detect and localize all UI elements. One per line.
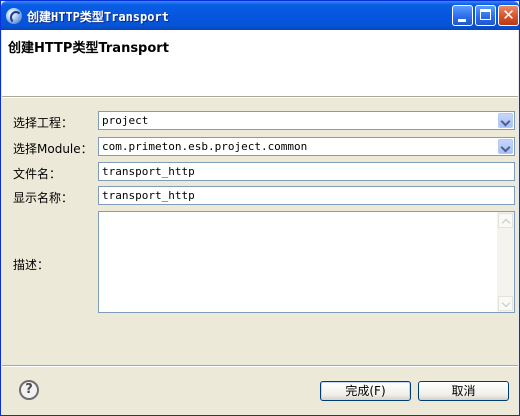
wizard-header: 创建HTTP类型Transport xyxy=(2,30,518,96)
module-select-value: com.primeton.esb.project.common xyxy=(102,140,308,153)
minimize-button[interactable] xyxy=(452,5,473,26)
filename-input-value: transport_http xyxy=(102,165,195,178)
module-select[interactable]: com.primeton.esb.project.common xyxy=(98,137,515,156)
title-bar[interactable]: 创建HTTP类型Transport ✕ xyxy=(1,1,519,30)
minimize-icon xyxy=(458,19,466,22)
app-icon xyxy=(6,8,22,24)
project-select[interactable]: project xyxy=(98,111,515,130)
filename-label: 文件名： xyxy=(13,167,62,181)
module-label: 选择Module： xyxy=(13,142,93,156)
description-scrollbar[interactable] xyxy=(497,212,514,312)
description-textarea[interactable] xyxy=(98,211,515,313)
finish-button[interactable]: 完成(F) xyxy=(320,381,411,401)
display-name-label: 显示名称： xyxy=(13,191,74,205)
scroll-down-icon[interactable] xyxy=(498,296,513,311)
scroll-up-icon[interactable] xyxy=(498,213,513,228)
chevron-down-icon[interactable] xyxy=(498,139,513,154)
footer-divider xyxy=(2,365,518,367)
maximize-icon xyxy=(480,9,491,20)
window-title: 创建HTTP类型Transport xyxy=(27,10,169,24)
close-button[interactable]: ✕ xyxy=(498,5,519,26)
page-title: 创建HTTP类型Transport xyxy=(8,41,169,56)
maximize-button[interactable] xyxy=(475,5,496,26)
description-label: 描述： xyxy=(13,258,50,272)
project-select-value: project xyxy=(102,114,149,127)
close-icon: ✕ xyxy=(502,6,515,24)
chevron-down-icon[interactable] xyxy=(498,113,513,128)
display-name-input-value: transport_http xyxy=(102,189,195,202)
display-name-input[interactable]: transport_http xyxy=(98,186,515,205)
help-icon[interactable]: ? xyxy=(19,380,39,400)
dialog-window: 创建HTTP类型Transport ✕ 创建HTTP类型Transport 选择… xyxy=(0,0,520,416)
header-divider xyxy=(2,96,518,98)
cancel-button[interactable]: 取消 xyxy=(418,381,509,401)
filename-input[interactable]: transport_http xyxy=(98,162,515,181)
project-label: 选择工程： xyxy=(13,116,74,130)
